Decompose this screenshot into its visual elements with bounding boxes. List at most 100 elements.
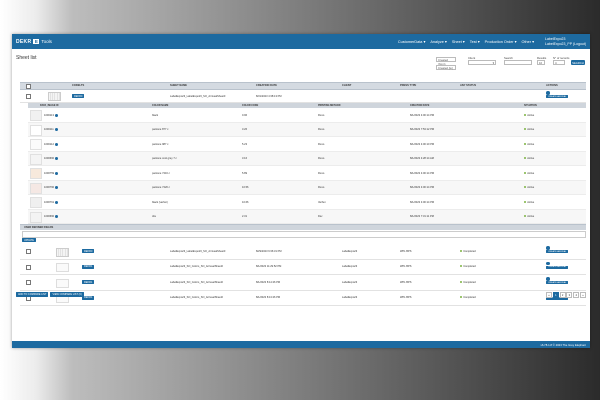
page-4[interactable]: 4	[573, 292, 580, 298]
page-next[interactable]: »	[580, 292, 586, 298]
color-id[interactable]: 1000112	[44, 142, 58, 146]
udf-update-button[interactable]: UPDATE	[22, 238, 36, 242]
created-from-input[interactable]: Created (from)	[436, 57, 456, 66]
info-icon[interactable]	[55, 215, 59, 218]
udf-label: USER DEFINED FIELDS	[24, 226, 54, 229]
create-arrival-button[interactable]: CREATE ARRIVAL	[546, 95, 569, 99]
row-checkbox[interactable]	[26, 94, 31, 99]
printing-method: Dsv	[318, 215, 323, 218]
header-codelts[interactable]: CODELTS	[72, 84, 84, 87]
color-id[interactable]: 1000111	[44, 128, 58, 131]
color-name: pantone 877 c	[152, 128, 169, 131]
udf-input[interactable]	[22, 231, 586, 238]
table-row[interactable]: DEKR1 LabelExpo23_SO_Colors_SO_ArrivealSh…	[20, 290, 586, 306]
nav-customerdata[interactable]: CustomerData ▾	[398, 39, 425, 44]
table-row[interactable]: DEKR0 LabelExpo23_LabelExpo23_SO_Arrivea…	[20, 90, 586, 103]
header-any-status[interactable]: ANY STATUS	[460, 84, 476, 87]
color-row[interactable]: 1000111 pantone 877 c 3.26 Flexo 8/1/2023 7:…	[28, 122, 586, 137]
client-select[interactable]: ▾	[468, 60, 496, 65]
row-checkbox[interactable]	[26, 249, 31, 254]
color-row[interactable]: 1000759 pantone 7416 c 5.89 Flexo 8/1/2023 4…	[28, 166, 586, 181]
edit-icon[interactable]	[546, 91, 550, 95]
brand-logo[interactable]: DEKR E Tools	[16, 39, 52, 45]
info-icon[interactable]	[54, 142, 58, 146]
created-to-input[interactable]: Created (to)	[436, 65, 456, 70]
nav-analyze[interactable]: Analyze ▾	[430, 39, 446, 44]
row-code-button[interactable]: DEKR0	[72, 94, 85, 98]
page-2[interactable]: 2	[559, 292, 566, 298]
table-row[interactable]: DEKR0 LabelExpo23_LabelExpo23_SO_Arriveal…	[20, 244, 586, 260]
table-row[interactable]: DEKR1 LabelExpo23_SO_Colors_SO_ArrivealSh…	[20, 275, 586, 291]
nav-other[interactable]: Other ▾	[522, 39, 534, 44]
row-status: Completed	[460, 250, 476, 253]
status-dot-icon	[460, 265, 463, 268]
search-button[interactable]: SEARCH	[571, 60, 585, 65]
row-code-button[interactable]: DEKR1	[82, 264, 95, 269]
create-arrival-button[interactable]: CREATE ARRIVAL	[546, 281, 569, 285]
row-code-button[interactable]: DEKR0	[82, 249, 95, 253]
table-header: CODELTS SHEET NAME CREATION DATE CLIENT …	[20, 82, 586, 90]
color-id[interactable]: 1000761	[44, 200, 59, 204]
header-sheet-name[interactable]: SHEET NAME	[170, 84, 187, 87]
sheet-thumbnail[interactable]	[56, 263, 69, 272]
color-code: 5.89	[242, 171, 248, 175]
info-icon[interactable]	[55, 171, 59, 175]
color-row[interactable]: 1000112 pantone 987 c 5.23 Flexo 8/1/2023 4:…	[28, 137, 586, 152]
info-icon[interactable]	[55, 186, 59, 189]
header-press-type[interactable]: PRESS TYPE	[400, 84, 416, 87]
create-arrival-button[interactable]: CREATE ARRIVAL	[546, 250, 569, 254]
color-row[interactable]: 1000761 black (varhet) 10.66 Varhet 8/1/2023…	[28, 195, 586, 210]
color-creation-date: 8/1/2023 4:00:14 PM	[410, 186, 435, 189]
color-id[interactable]: 1000760	[44, 186, 59, 189]
color-row[interactable]: 1000760 pantone 7420 c 10.56 Flexo 8/1/2023 …	[28, 180, 586, 195]
color-id[interactable]: 1000660	[44, 157, 59, 160]
edit-icon[interactable]	[546, 261, 550, 265]
nav-test[interactable]: Test ▾	[470, 39, 480, 44]
row-sheet-name: LabelExpo23_SO_Colors_SO_ArrivealSheet0	[170, 265, 223, 268]
situation-status: Active	[524, 128, 534, 131]
info-icon[interactable]	[55, 200, 59, 204]
info-icon[interactable]	[54, 128, 58, 131]
row-checkbox[interactable]	[26, 264, 31, 270]
row-status: Completed	[460, 281, 476, 284]
create-arrival-button[interactable]: CREATE ARRIVAL	[546, 265, 569, 269]
view-compare-button[interactable]: VIEW COMPARE LIST (0)	[50, 292, 84, 297]
info-icon[interactable]	[55, 157, 59, 160]
color-row[interactable]: 1000660 pantone cool grey 7 c 3.16 Flexo 8/1…	[28, 151, 586, 166]
edit-icon[interactable]	[546, 246, 550, 250]
search-input[interactable]	[504, 60, 532, 65]
header-client[interactable]: CLIENT	[342, 84, 351, 87]
sheet-thumbnail[interactable]	[48, 92, 61, 101]
row-actions: CREATE ARRIVAL	[546, 277, 569, 285]
color-id[interactable]: 1000660	[44, 215, 59, 218]
page-prev[interactable]: «	[546, 292, 553, 298]
sheet-thumbnail[interactable]	[56, 278, 69, 288]
records-input[interactable]: 4	[553, 60, 565, 65]
sheet-thumbnail[interactable]	[56, 247, 69, 257]
status-dot-icon	[460, 249, 463, 252]
user-menu[interactable]: LabelExpo23 LabelExpo23_PP (Logout)	[545, 37, 586, 45]
row-code-button[interactable]: DEKR1	[82, 280, 95, 284]
add-to-compare-button[interactable]: ADD TO COMPARE LIST	[16, 292, 49, 297]
color-row[interactable]: 1000660 dsv 2.31 Dsv 8/1/2023 7:31:11 PM Acti…	[28, 209, 586, 224]
nav-sheet[interactable]: Sheet ▾	[452, 39, 465, 44]
page-1[interactable]: 1	[552, 292, 559, 298]
header-creation-date[interactable]: CREATION DATE	[256, 84, 277, 87]
row-checkbox[interactable]	[26, 280, 31, 285]
row-code-button[interactable]: DEKR1	[82, 295, 95, 300]
filter-bar: Created (from) Created (to) Client ▾ Sea…	[12, 53, 590, 75]
brand-sub: Tools	[41, 39, 52, 44]
situation-status: Active	[524, 172, 534, 175]
color-code: 2.31	[242, 215, 248, 218]
page-3[interactable]: 3	[566, 292, 573, 298]
table-row[interactable]: DEKR1 LabelExpo23_SO_Colors_SO_ArrivealSh…	[20, 259, 586, 275]
color-id[interactable]: 1000113	[44, 113, 58, 117]
info-icon[interactable]	[54, 113, 58, 117]
edit-icon[interactable]	[546, 277, 550, 281]
color-id[interactable]: 1000759	[44, 171, 59, 175]
nav-production-order[interactable]: Production Order ▾	[485, 39, 517, 44]
user-logout[interactable]: LabelExpo23_PP (Logout)	[545, 42, 586, 46]
color-name: dsv	[152, 215, 157, 218]
results-input[interactable]: 10	[537, 60, 545, 65]
color-row[interactable]: 1000113 black 0.96 Flexo 8/1/2023 4:00:14 PM…	[28, 108, 586, 123]
